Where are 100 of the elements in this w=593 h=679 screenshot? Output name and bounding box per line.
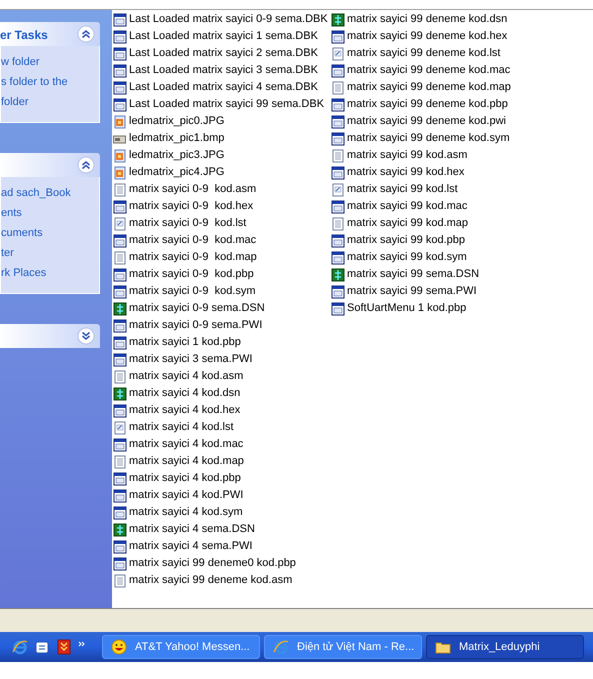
app-window-icon bbox=[113, 506, 127, 520]
task-link[interactable]: rk Places bbox=[1, 265, 99, 281]
app-window-icon bbox=[113, 30, 127, 44]
file-name[interactable]: matrix sayici 99 kod.map bbox=[347, 215, 468, 232]
file-name[interactable]: matrix sayici 99 deneme kod.asm bbox=[129, 572, 292, 589]
file-name[interactable]: matrix sayici 0-9 sema.DSN bbox=[129, 300, 265, 317]
file-name[interactable]: matrix sayici 0-9 kod.hex bbox=[129, 198, 254, 215]
edited-file-icon bbox=[113, 216, 127, 230]
file-name[interactable]: matrix sayici 0-9 kod.lst bbox=[129, 215, 246, 232]
file-name[interactable]: matrix sayici 4 sema.PWI bbox=[129, 538, 252, 555]
file-name[interactable]: matrix sayici 4 kod.sym bbox=[129, 504, 243, 521]
download-icon[interactable] bbox=[56, 639, 72, 655]
file-name[interactable]: matrix sayici 0-9 kod.sym bbox=[129, 283, 256, 300]
file-name[interactable]: matrix sayici 4 sema.DSN bbox=[129, 521, 255, 538]
app-window-icon bbox=[113, 64, 127, 78]
task-link[interactable]: s folder to the bbox=[1, 74, 99, 90]
file-name[interactable]: matrix sayici 99 kod.pbp bbox=[347, 232, 465, 249]
collapse-icon[interactable] bbox=[77, 156, 95, 174]
file-name[interactable]: matrix sayici 4 kod.PWI bbox=[129, 487, 244, 504]
file-name[interactable]: ledmatrix_pic0.JPG bbox=[129, 113, 224, 130]
text-file-icon bbox=[331, 80, 345, 94]
file-name[interactable]: matrix sayici 4 kod.map bbox=[129, 453, 244, 470]
file-name[interactable]: Last Loaded matrix sayici 3 sema.DBK bbox=[129, 62, 318, 79]
expand-icon[interactable] bbox=[77, 327, 95, 345]
task-link[interactable]: ter bbox=[1, 245, 99, 261]
file-name[interactable]: matrix sayici 99 kod.sym bbox=[347, 249, 467, 266]
file-name[interactable]: matrix sayici 4 kod.pbp bbox=[129, 470, 241, 487]
app-window-icon bbox=[331, 114, 345, 128]
file-name[interactable]: Last Loaded matrix sayici 99 sema.DBK bbox=[129, 96, 324, 113]
file-name[interactable]: matrix sayici 1 kod.pbp bbox=[129, 334, 241, 351]
app-window-icon bbox=[331, 132, 345, 146]
file-name[interactable]: Last Loaded matrix sayici 0-9 sema.DBK bbox=[129, 11, 328, 28]
file-name[interactable]: matrix sayici 4 kod.asm bbox=[129, 368, 244, 385]
schematic-file-icon bbox=[331, 12, 345, 26]
app-window-icon bbox=[331, 166, 345, 180]
taskbar-button[interactable]: AT&T Yahoo! Messen... bbox=[102, 635, 260, 659]
file-name[interactable]: matrix sayici 0-9 kod.pbp bbox=[129, 266, 254, 283]
file-name[interactable]: Last Loaded matrix sayici 4 sema.DBK bbox=[129, 79, 318, 96]
app-window-icon bbox=[113, 98, 127, 112]
file-name[interactable]: matrix sayici 99 deneme kod.dsn bbox=[347, 11, 508, 28]
file-name[interactable]: matrix sayici 99 kod.lst bbox=[347, 181, 458, 198]
task-link[interactable]: cuments bbox=[1, 225, 99, 241]
edited-file-icon bbox=[331, 182, 345, 196]
collapse-icon[interactable] bbox=[77, 25, 95, 43]
file-name[interactable]: SoftUartMenu 1 kod.pbp bbox=[347, 300, 466, 317]
file-name[interactable]: matrix sayici 3 sema.PWI bbox=[129, 351, 252, 368]
app-window-icon bbox=[113, 352, 127, 366]
file-name[interactable]: matrix sayici 99 deneme kod.hex bbox=[347, 28, 508, 45]
file-name[interactable]: matrix sayici 99 deneme kod.pwi bbox=[347, 113, 506, 130]
app-window-icon bbox=[113, 336, 127, 350]
file-name[interactable]: matrix sayici 99 kod.asm bbox=[347, 147, 468, 164]
file-name[interactable]: matrix sayici 99 sema.PWI bbox=[347, 283, 477, 300]
browser-icon[interactable] bbox=[12, 639, 28, 655]
image-file-icon bbox=[113, 114, 127, 128]
file-name[interactable]: matrix sayici 4 kod.dsn bbox=[129, 385, 240, 402]
app-window-icon bbox=[113, 472, 127, 486]
file-name[interactable]: matrix sayici 99 kod.hex bbox=[347, 164, 464, 181]
file-name[interactable]: ledmatrix_pic4.JPG bbox=[129, 164, 224, 181]
app-window-icon bbox=[331, 302, 345, 316]
file-name[interactable]: matrix sayici 99 kod.mac bbox=[347, 198, 468, 215]
file-name[interactable]: matrix sayici 99 deneme kod.pbp bbox=[347, 96, 508, 113]
app-window-icon bbox=[113, 284, 127, 298]
taskbar-button[interactable]: Matrix_Leduyphi bbox=[426, 635, 584, 659]
app-window-icon bbox=[113, 46, 127, 60]
schematic-file-icon bbox=[113, 302, 127, 316]
file-name[interactable]: matrix sayici 99 deneme kod.map bbox=[347, 79, 511, 96]
app-window-icon bbox=[331, 98, 345, 112]
file-name[interactable]: matrix sayici 99 deneme kod.mac bbox=[347, 62, 510, 79]
text-file-icon bbox=[113, 454, 127, 468]
schematic-file-icon bbox=[113, 386, 127, 400]
file-name[interactable]: matrix sayici 99 deneme kod.sym bbox=[347, 130, 510, 147]
text-file-icon bbox=[113, 182, 127, 196]
schematic-file-icon bbox=[331, 268, 345, 282]
file-name[interactable]: matrix sayici 99 deneme kod.lst bbox=[347, 45, 500, 62]
file-name[interactable]: matrix sayici 0-9 kod.map bbox=[129, 249, 257, 266]
file-name[interactable]: matrix sayici 0-9 sema.PWI bbox=[129, 317, 262, 334]
taskbar-button[interactable]: Điện tử Việt Nam - Re... bbox=[264, 635, 422, 659]
file-name[interactable]: ledmatrix_pic3.JPG bbox=[129, 147, 224, 164]
task-link[interactable]: ad sach_Book bbox=[1, 185, 99, 201]
file-name[interactable]: ledmatrix_pic1.bmp bbox=[129, 130, 224, 147]
file-name[interactable]: Last Loaded matrix sayici 1 sema.DBK bbox=[129, 28, 318, 45]
app-window-icon bbox=[113, 404, 127, 418]
app-window-icon bbox=[331, 234, 345, 248]
app-window-icon bbox=[113, 556, 127, 570]
file-name[interactable]: matrix sayici 99 deneme0 kod.pbp bbox=[129, 555, 296, 572]
more-icon[interactable] bbox=[78, 641, 86, 647]
task-link[interactable]: w folder bbox=[1, 54, 99, 70]
file-name[interactable]: matrix sayici 4 kod.lst bbox=[129, 419, 234, 436]
browser-icon bbox=[273, 639, 289, 655]
file-name[interactable]: Last Loaded matrix sayici 2 sema.DBK bbox=[129, 45, 318, 62]
text-file-icon bbox=[113, 370, 127, 384]
file-name[interactable]: matrix sayici 4 kod.hex bbox=[129, 402, 240, 419]
file-name[interactable]: matrix sayici 99 sema.DSN bbox=[347, 266, 480, 283]
panel-header[interactable]: er Tasks bbox=[0, 22, 100, 46]
task-link[interactable]: folder bbox=[1, 94, 99, 110]
mail-icon[interactable] bbox=[34, 639, 50, 655]
file-name[interactable]: matrix sayici 0-9 kod.asm bbox=[129, 181, 256, 198]
file-name[interactable]: matrix sayici 0-9 kod.mac bbox=[129, 232, 256, 249]
file-name[interactable]: matrix sayici 4 kod.mac bbox=[129, 436, 244, 453]
task-link[interactable]: ents bbox=[1, 205, 99, 221]
